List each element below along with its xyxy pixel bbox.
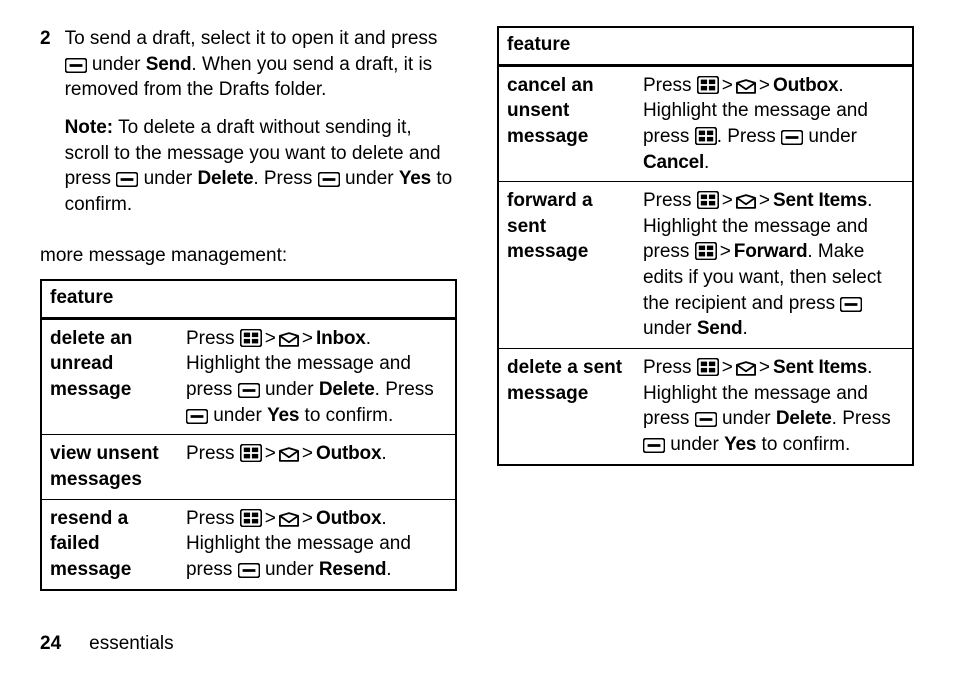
table-row: cancel an unsent message Press >>Outbox.… [498,65,913,182]
feature-name: resend a failed message [41,499,178,589]
envelope-icon [736,194,756,209]
feature-table-right: feature cancel an unsent message Press >… [497,26,914,466]
step-body: To send a draft, select it to open it an… [65,26,457,229]
feature-desc: Press >>Inbox. Highlight the message and… [178,318,456,435]
table-row: forward a sent message Press >>Sent Item… [498,182,913,349]
menu-icon [240,509,262,527]
softkey-icon [116,172,138,187]
envelope-icon [736,361,756,376]
section-title: more message management: [40,243,457,269]
softkey-icon [65,58,87,73]
menu-icon [695,127,717,145]
step-2: 2 To send a draft, select it to open it … [40,26,457,229]
feature-desc: Press >>Sent Items. Highlight the messag… [635,349,913,465]
table-row: delete a sent message Press >>Sent Items… [498,349,913,465]
menu-icon [697,358,719,376]
menu-icon [695,242,717,260]
softkey-icon [238,563,260,578]
feature-name: delete an unread message [41,318,178,435]
feature-desc: Press >>Outbox. Highlight the message an… [635,65,913,182]
feature-name: cancel an unsent message [498,65,635,182]
softkey-icon [186,409,208,424]
step-number: 2 [40,26,51,229]
step-paragraph-1: To send a draft, select it to open it an… [65,26,457,103]
table-row: view unsent messages Press >>Outbox. [41,435,456,499]
page-footer: 24 essentials [40,631,174,657]
softkey-icon [238,383,260,398]
section-name: essentials [89,633,174,654]
softkey-icon [643,438,665,453]
table-header: feature [498,27,913,65]
table-row: resend a failed message Press >>Outbox. … [41,499,456,589]
menu-icon [697,76,719,94]
softkey-icon [318,172,340,187]
feature-desc: Press >>Outbox. Highlight the message an… [178,499,456,589]
page-number: 24 [40,633,61,654]
feature-name: view unsent messages [41,435,178,499]
menu-icon [697,191,719,209]
feature-name: forward a sent message [498,182,635,349]
feature-desc: Press >>Outbox. [178,435,456,499]
envelope-icon [279,512,299,527]
feature-name: delete a sent message [498,349,635,465]
envelope-icon [736,79,756,94]
menu-icon [240,444,262,462]
step-paragraph-2: Note: To delete a draft without sending … [65,115,457,218]
envelope-icon [279,447,299,462]
envelope-icon [279,332,299,347]
feature-desc: Press >>Sent Items. Highlight the messag… [635,182,913,349]
feature-table-left: feature delete an unread message Press >… [40,279,457,590]
table-row: delete an unread message Press >>Inbox. … [41,318,456,435]
menu-icon [240,329,262,347]
softkey-icon [781,130,803,145]
softkey-icon [695,412,717,427]
table-header: feature [41,280,456,318]
softkey-icon [840,297,862,312]
